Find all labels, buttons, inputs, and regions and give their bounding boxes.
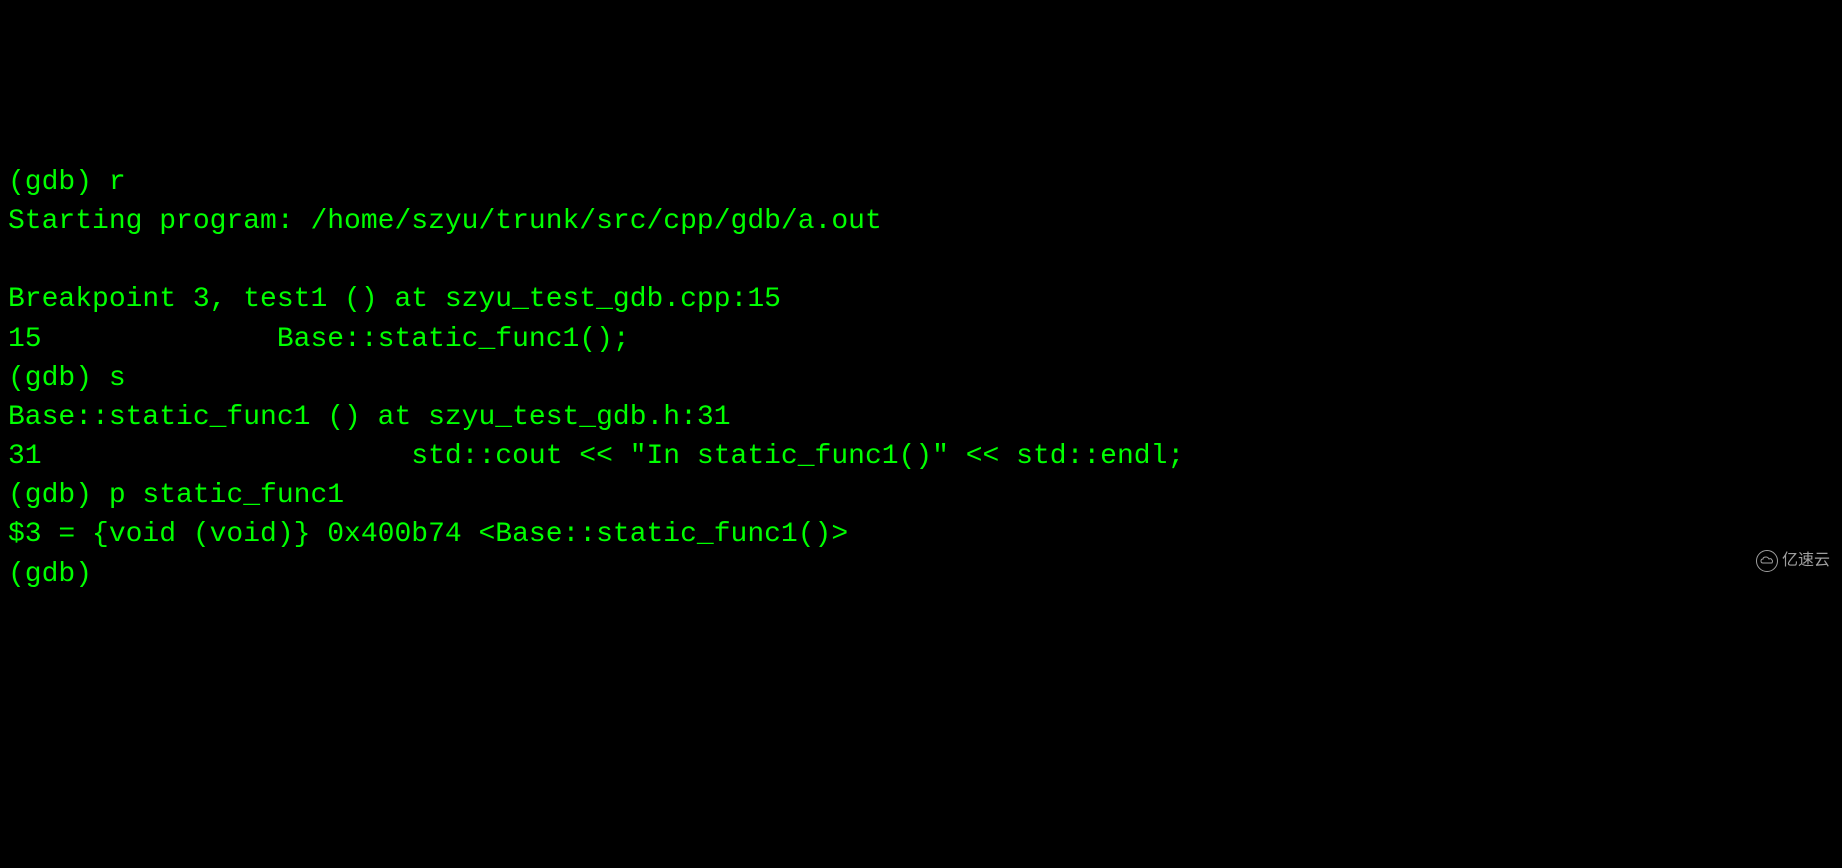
gdb-prompt: (gdb): [8, 480, 109, 511]
watermark: 亿速云: [1756, 550, 1830, 572]
user-command: p static_func1: [109, 480, 344, 511]
user-command: s: [109, 363, 126, 394]
terminal-line: (gdb): [8, 555, 1834, 594]
watermark-icon: [1756, 550, 1778, 572]
gdb-prompt: (gdb): [8, 559, 109, 590]
watermark-text: 亿速云: [1782, 550, 1830, 572]
gdb-prompt: (gdb): [8, 363, 109, 394]
gdb-prompt: (gdb): [8, 167, 109, 198]
terminal-line: 31 std::cout << "In static_func1()" << s…: [8, 437, 1834, 476]
terminal-line: Breakpoint 3, test1 () at szyu_test_gdb.…: [8, 280, 1834, 319]
terminal-line: 15 Base::static_func1();: [8, 320, 1834, 359]
terminal-output[interactable]: (gdb) rStarting program: /home/szyu/trun…: [8, 163, 1834, 594]
terminal-line: Starting program: /home/szyu/trunk/src/c…: [8, 202, 1834, 241]
terminal-line: (gdb) s: [8, 359, 1834, 398]
user-command: r: [109, 167, 126, 198]
terminal-line: (gdb) r: [8, 163, 1834, 202]
terminal-line: [8, 241, 1834, 280]
terminal-line: Base::static_func1 () at szyu_test_gdb.h…: [8, 398, 1834, 437]
terminal-line: (gdb) p static_func1: [8, 476, 1834, 515]
terminal-line: $3 = {void (void)} 0x400b74 <Base::stati…: [8, 515, 1834, 554]
